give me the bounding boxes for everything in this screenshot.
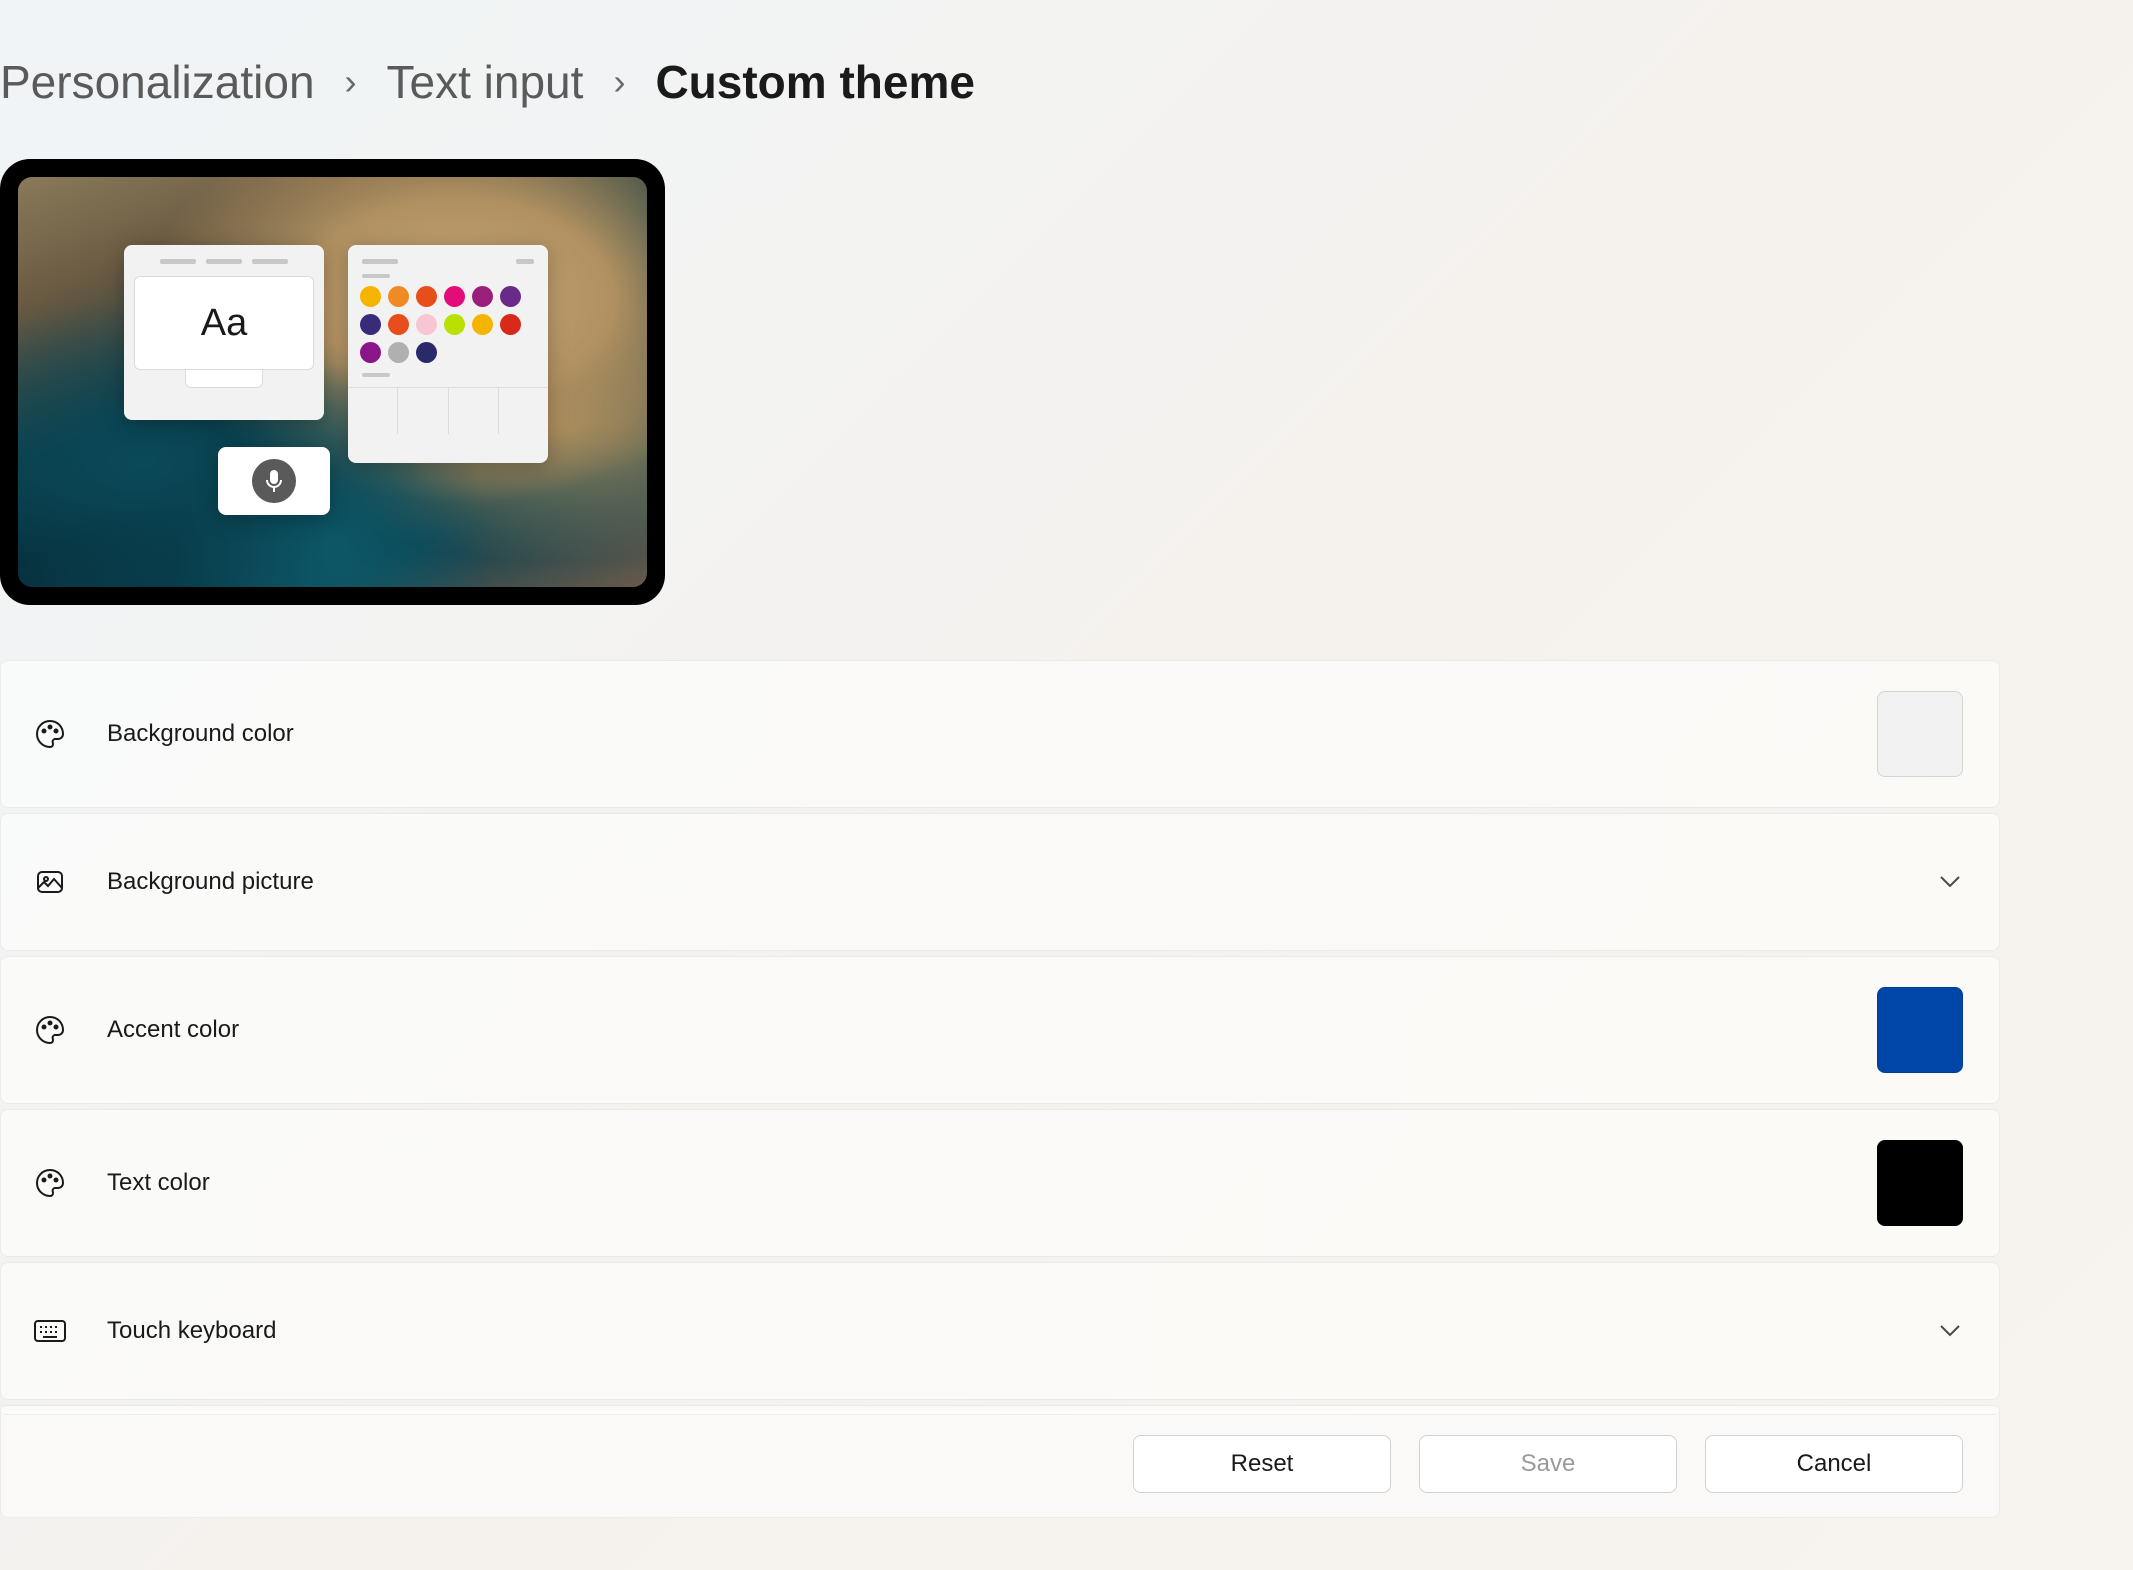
breadcrumb-personalization[interactable]: Personalization — [0, 55, 315, 109]
chevron-right-icon: › — [613, 61, 625, 103]
palette-icon — [33, 717, 67, 751]
save-button[interactable]: Save — [1419, 1435, 1677, 1493]
setting-background-color[interactable]: Background color — [0, 660, 2000, 808]
chevron-down-icon — [1937, 1318, 1963, 1344]
reset-button[interactable]: Reset — [1133, 1435, 1391, 1493]
palette-icon — [33, 1166, 67, 1200]
preview-keyboard-card: Aa — [124, 245, 324, 420]
chevron-down-icon — [1937, 869, 1963, 895]
preview-emoji-card — [348, 245, 548, 463]
setting-label: Text color — [107, 1169, 1877, 1197]
preview-sample-text: Aa — [134, 276, 314, 370]
text-color-swatch[interactable] — [1877, 1140, 1963, 1226]
button-bar: Reset Save Cancel — [0, 1411, 2000, 1518]
setting-touch-keyboard[interactable]: Touch keyboard — [0, 1262, 2000, 1400]
palette-icon — [33, 1013, 67, 1047]
breadcrumb-text-input[interactable]: Text input — [387, 55, 584, 109]
background-color-swatch[interactable] — [1877, 691, 1963, 777]
setting-background-picture[interactable]: Background picture — [0, 813, 2000, 951]
setting-label: Accent color — [107, 1016, 1877, 1044]
setting-accent-color[interactable]: Accent color — [0, 956, 2000, 1104]
theme-preview: Aa — [0, 159, 665, 605]
microphone-icon — [252, 459, 296, 503]
setting-label: Background color — [107, 720, 1877, 748]
setting-row-collapsed — [0, 1405, 2000, 1415]
setting-text-color[interactable]: Text color — [0, 1109, 2000, 1257]
preview-mic-card — [218, 447, 330, 515]
setting-label: Touch keyboard — [107, 1317, 1937, 1345]
setting-label: Background picture — [107, 868, 1937, 896]
breadcrumb: Personalization › Text input › Custom th… — [0, 55, 2133, 109]
accent-color-swatch[interactable] — [1877, 987, 1963, 1073]
breadcrumb-current: Custom theme — [655, 55, 974, 109]
picture-icon — [33, 865, 67, 899]
settings-list: Background color Background picture — [0, 660, 2000, 1415]
cancel-button[interactable]: Cancel — [1705, 1435, 1963, 1493]
chevron-right-icon: › — [345, 61, 357, 103]
preview-color-dots — [348, 278, 548, 363]
keyboard-icon — [33, 1314, 67, 1348]
